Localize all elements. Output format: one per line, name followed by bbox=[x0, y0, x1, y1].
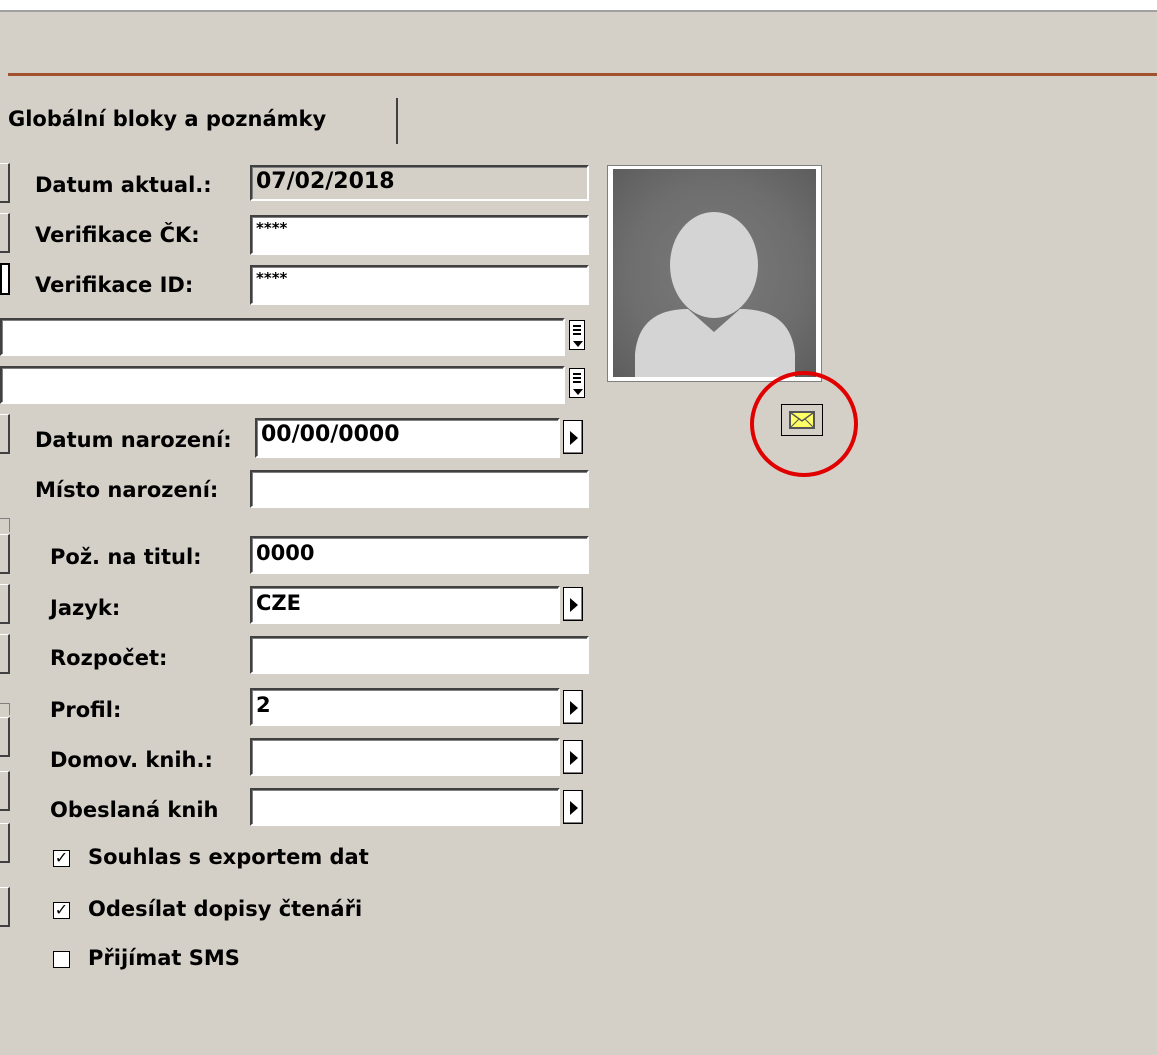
edge-button[interactable] bbox=[0, 717, 10, 757]
wide-field-2[interactable] bbox=[0, 366, 565, 404]
verifikace-id-field[interactable]: **** bbox=[250, 265, 589, 305]
domov-knih-field[interactable] bbox=[250, 738, 560, 776]
rozpocet-field[interactable] bbox=[250, 636, 589, 674]
edge-button[interactable] bbox=[0, 634, 10, 674]
datum-aktual-field: 07/02/2018 bbox=[250, 165, 589, 201]
edge-button[interactable] bbox=[0, 823, 10, 863]
list-picker-button[interactable] bbox=[567, 366, 587, 400]
label-datum-narozeni: Datum narození: bbox=[35, 428, 232, 452]
jazyk-field[interactable]: CZE bbox=[250, 586, 560, 624]
arrow-right-icon[interactable] bbox=[563, 587, 583, 621]
checkbox-prijimat-sms[interactable] bbox=[53, 951, 70, 968]
group-edge bbox=[0, 703, 10, 715]
checkbox-souhlas-export[interactable]: ✓ bbox=[53, 850, 70, 867]
edge-button[interactable] bbox=[0, 584, 10, 624]
tab-label: Globální bloky a poznámky bbox=[8, 107, 327, 131]
label-misto-narozeni: Místo narození: bbox=[35, 478, 219, 502]
list-picker-icon bbox=[569, 368, 585, 398]
verifikace-ck-field[interactable]: **** bbox=[250, 215, 589, 255]
profil-field[interactable]: 2 bbox=[250, 688, 560, 726]
arrow-right-icon[interactable] bbox=[563, 790, 583, 824]
poz-na-titul-field[interactable]: 0000 bbox=[250, 536, 589, 574]
label-verifikace-id: Verifikace ID: bbox=[35, 273, 194, 297]
label-obeslana-knih: Obeslaná knih bbox=[50, 798, 219, 822]
list-picker-icon bbox=[569, 320, 585, 350]
checkbox-label: Odesílat dopisy čtenáři bbox=[88, 897, 363, 921]
edge-button[interactable] bbox=[0, 887, 10, 927]
edge-button[interactable] bbox=[0, 213, 10, 253]
group-edge bbox=[0, 518, 10, 532]
checkbox-label: Souhlas s exportem dat bbox=[88, 845, 369, 869]
datum-narozeni-field[interactable]: 00/00/0000 bbox=[255, 418, 560, 458]
label-profil: Profil: bbox=[50, 698, 122, 722]
top-strip-shadow bbox=[0, 10, 1157, 12]
arrow-right-icon[interactable] bbox=[563, 740, 583, 774]
checkbox-odesilat-dopisy[interactable]: ✓ bbox=[53, 902, 70, 919]
person-silhouette-icon bbox=[613, 169, 816, 377]
edge-button[interactable] bbox=[0, 163, 10, 203]
top-strip bbox=[0, 0, 1157, 10]
arrow-right-icon[interactable] bbox=[563, 420, 583, 454]
edge-button[interactable] bbox=[0, 414, 10, 454]
edge-list-button[interactable] bbox=[0, 263, 10, 295]
arrow-right-icon[interactable] bbox=[563, 690, 583, 724]
label-domov-knih: Domov. knih.: bbox=[50, 748, 213, 772]
label-rozpocet: Rozpočet: bbox=[50, 646, 168, 670]
obeslana-knih-field[interactable] bbox=[250, 788, 560, 826]
misto-narozeni-field[interactable] bbox=[250, 470, 589, 508]
checkbox-label: Přijímat SMS bbox=[88, 946, 240, 970]
highlight-circle bbox=[750, 371, 858, 477]
label-jazyk: Jazyk: bbox=[50, 596, 121, 620]
label-verifikace-ck: Verifikace ČK: bbox=[35, 223, 200, 247]
label-datum-aktual: Datum aktual.: bbox=[35, 173, 212, 197]
reader-photo[interactable] bbox=[607, 165, 822, 382]
edge-button[interactable] bbox=[0, 534, 10, 574]
list-picker-button[interactable] bbox=[567, 318, 587, 352]
edge-button[interactable] bbox=[0, 771, 10, 811]
label-poz-na-titul: Pož. na titul: bbox=[50, 545, 202, 569]
wide-field-1[interactable] bbox=[0, 318, 565, 356]
accent-line bbox=[8, 73, 1157, 76]
